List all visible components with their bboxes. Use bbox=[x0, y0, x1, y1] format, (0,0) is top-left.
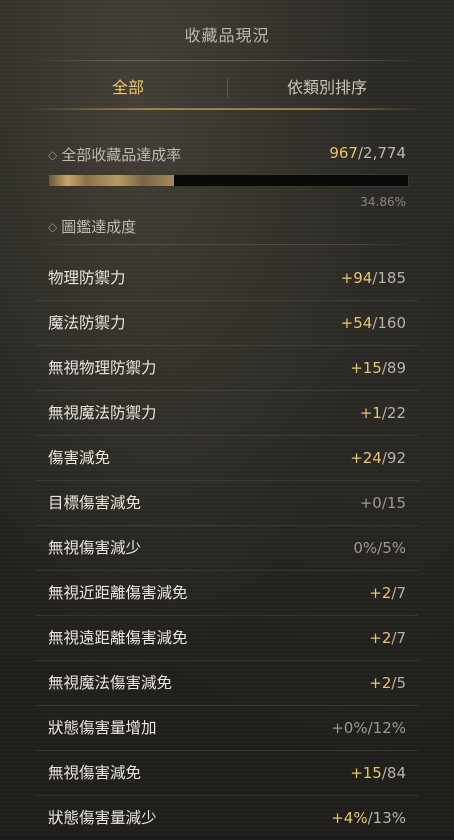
tab-bar: 全部 依類別排序 bbox=[28, 68, 426, 110]
diamond-icon: ◇ bbox=[48, 148, 58, 162]
stat-row: 無視傷害減少 0%/5% bbox=[36, 526, 418, 571]
active-tab-indicator bbox=[28, 108, 426, 110]
section-divider bbox=[36, 244, 418, 245]
stat-current: 0% bbox=[353, 539, 378, 557]
stat-max: 13% bbox=[372, 809, 406, 827]
tab-sort-by-category[interactable]: 依類別排序 bbox=[228, 68, 426, 108]
stat-max: 84 bbox=[386, 764, 406, 782]
stat-value: +2/7 bbox=[369, 616, 406, 660]
stat-name: 無視傷害減少 bbox=[48, 539, 142, 557]
stat-value: +0%/12% bbox=[331, 706, 406, 750]
collection-rate-label: 全部收藏品達成率 bbox=[61, 146, 182, 164]
stat-max: 5 bbox=[396, 674, 406, 692]
stat-name: 無視魔法傷害減免 bbox=[48, 674, 173, 692]
stat-row: 無視近距離傷害減免 +2/7 bbox=[36, 571, 418, 616]
stat-current: +15 bbox=[350, 764, 382, 782]
stat-max: 185 bbox=[377, 269, 406, 287]
stat-value: +4%/13% bbox=[331, 796, 406, 840]
stat-current: +2 bbox=[369, 629, 392, 647]
stat-row: 無視魔法防禦力 +1/22 bbox=[36, 391, 418, 436]
stat-current: +15 bbox=[350, 359, 382, 377]
stat-row: 物理防禦力 +94/185 bbox=[36, 256, 418, 301]
stat-name: 無視遠距離傷害減免 bbox=[48, 629, 188, 647]
stat-value: +54/160 bbox=[341, 301, 406, 345]
stat-value: +2/7 bbox=[369, 571, 406, 615]
stat-name: 狀態傷害量減少 bbox=[48, 809, 157, 827]
diamond-icon: ◇ bbox=[48, 220, 58, 234]
stat-max: 22 bbox=[386, 404, 406, 422]
collection-percent: 34.86% bbox=[360, 195, 406, 209]
stat-max: 89 bbox=[386, 359, 406, 377]
stat-current: +0 bbox=[359, 494, 382, 512]
stat-current: +2 bbox=[369, 674, 392, 692]
stat-row: 魔法防禦力 +54/160 bbox=[36, 301, 418, 346]
collection-progress-bar bbox=[48, 174, 409, 187]
stat-name: 無視魔法防禦力 bbox=[48, 404, 157, 422]
stat-list: 物理防禦力 +94/185 魔法防禦力 +54/160 無視物理防禦力 +15/89 無視魔… bbox=[36, 256, 418, 840]
stat-max: 12% bbox=[372, 719, 406, 737]
stat-name: 無視傷害減免 bbox=[48, 764, 142, 782]
stat-value: +0/15 bbox=[360, 481, 406, 525]
tab-all[interactable]: 全部 bbox=[28, 68, 228, 108]
title-divider bbox=[28, 60, 426, 61]
stat-row: 無視物理防禦力 +15/89 bbox=[36, 346, 418, 391]
stat-row: 無視遠距離傷害減免 +2/7 bbox=[36, 616, 418, 661]
stat-value: +15/89 bbox=[350, 346, 406, 390]
collection-progress-fill bbox=[49, 175, 175, 186]
stat-value: +94/185 bbox=[341, 256, 406, 300]
stat-value: +1/22 bbox=[360, 391, 406, 435]
collection-rate-current: 967 bbox=[329, 144, 358, 162]
stat-max: 7 bbox=[396, 629, 406, 647]
stat-current: +4% bbox=[331, 809, 368, 827]
stat-max: 160 bbox=[377, 314, 406, 332]
stat-current: +24 bbox=[350, 449, 382, 467]
stat-value: +2/5 bbox=[369, 661, 406, 705]
stat-row: 目標傷害減免 +0/15 bbox=[36, 481, 418, 526]
stat-name: 目標傷害減免 bbox=[48, 494, 142, 512]
stat-current: +54 bbox=[340, 314, 373, 332]
stat-name: 魔法防禦力 bbox=[48, 314, 126, 332]
stat-row: 傷害減免 +24/92 bbox=[36, 436, 418, 481]
stat-value: 0%/5% bbox=[353, 526, 406, 570]
collection-status-panel: 收藏品現況 全部 依類別排序 ◇ 全部收藏品達成率 967/2,774 34.86… bbox=[0, 0, 454, 835]
codex-label: 圖鑑達成度 bbox=[61, 218, 137, 236]
window-title: 收藏品現況 bbox=[184, 26, 270, 45]
stat-row: 狀態傷害量減少 +4%/13% bbox=[36, 796, 418, 840]
stat-row: 無視魔法傷害減免 +2/5 bbox=[36, 661, 418, 706]
stat-current: +2 bbox=[369, 584, 392, 602]
stat-row: 無視傷害減免 +15/84 bbox=[36, 751, 418, 796]
codex-row: ◇ 圖鑑達成度 bbox=[48, 216, 406, 237]
stat-row: 狀態傷害量增加 +0%/12% bbox=[36, 706, 418, 751]
collection-rate-value: 967/2,774 bbox=[329, 144, 406, 162]
stat-current: +94 bbox=[340, 269, 373, 287]
stat-name: 物理防禦力 bbox=[48, 269, 126, 287]
collection-rate-total: 2,774 bbox=[363, 144, 406, 162]
stat-name: 傷害減免 bbox=[48, 449, 111, 467]
stat-max: 5% bbox=[382, 539, 406, 557]
stat-value: +24/92 bbox=[350, 436, 406, 480]
stat-current: +1 bbox=[359, 404, 382, 422]
stat-value: +15/84 bbox=[350, 751, 406, 795]
stat-max: 92 bbox=[386, 449, 406, 467]
collection-rate-row: ◇ 全部收藏品達成率 967/2,774 bbox=[48, 144, 406, 166]
stat-max: 7 bbox=[396, 584, 406, 602]
stat-name: 無視物理防禦力 bbox=[48, 359, 157, 377]
stat-name: 無視近距離傷害減免 bbox=[48, 584, 188, 602]
stat-name: 狀態傷害量增加 bbox=[48, 719, 157, 737]
stat-current: +0% bbox=[331, 719, 368, 737]
stat-max: 15 bbox=[386, 494, 406, 512]
